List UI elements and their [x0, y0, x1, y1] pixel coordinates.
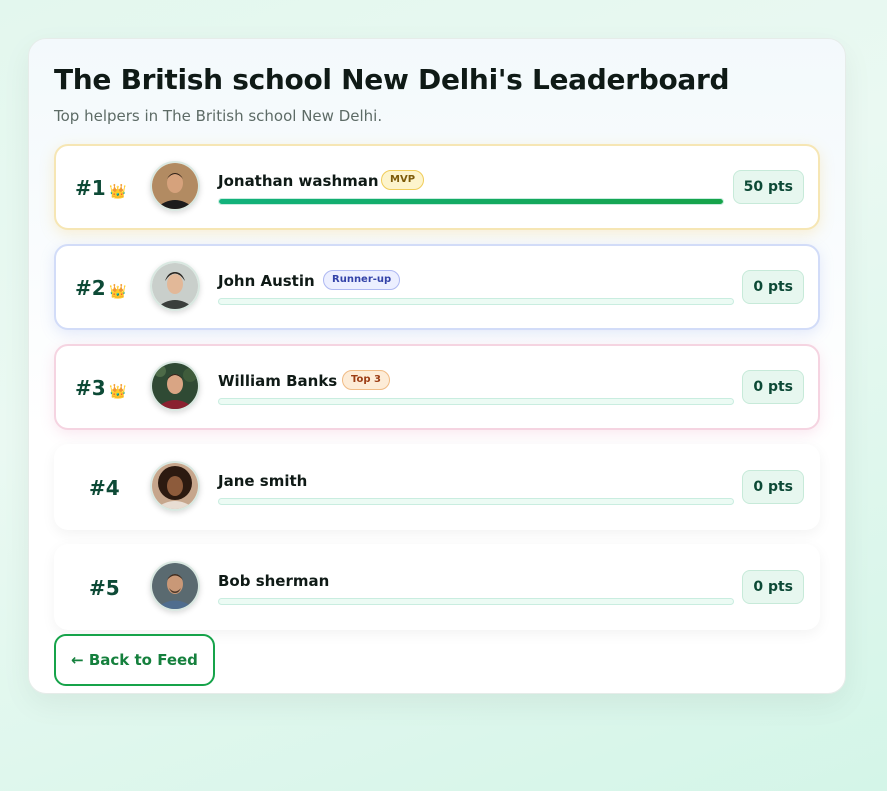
rank-label: #3	[75, 376, 106, 400]
mvp-badge: MVP	[381, 170, 425, 190]
points-badge: 0 pts	[742, 370, 804, 404]
points-badge: 0 pts	[742, 270, 804, 304]
points-progress-bar	[218, 598, 734, 605]
leaderboard-row-3: #3 👑 William Banks Top 3 0 pts	[54, 344, 820, 430]
page-title: The British school New Delhi's Leaderboa…	[54, 63, 730, 96]
progress-fill	[219, 199, 723, 204]
leader-name: William Banks	[218, 372, 338, 390]
leaderboard-row-1: #1 👑 Jonathan washman MVP 50 pts	[54, 144, 820, 230]
rank-label: #5	[89, 576, 120, 600]
leaderboard-row-5: #5 Bob sherman 0 pts	[54, 544, 820, 630]
crown-icon: 👑	[109, 384, 127, 400]
top-3-badge: Top 3	[342, 370, 390, 390]
leader-name: Jane smith	[218, 472, 308, 490]
points-progress-bar	[218, 498, 734, 505]
rank-label: #2	[75, 276, 106, 300]
avatar	[150, 361, 200, 411]
rank-label: #4	[89, 476, 120, 500]
points-badge: 0 pts	[742, 570, 804, 604]
avatar	[150, 261, 200, 311]
crown-icon: 👑	[109, 184, 127, 200]
leaderboard-row-2: #2 👑 John Austin Runner-up 0 pts	[54, 244, 820, 330]
crown-icon: 👑	[109, 284, 127, 300]
avatar	[150, 561, 200, 611]
points-badge: 0 pts	[742, 470, 804, 504]
leaderboard-row-4: #4 Jane smith 0 pts	[54, 444, 820, 530]
back-to-feed-button[interactable]: ← Back to Feed	[54, 634, 215, 686]
points-progress-bar	[218, 198, 724, 205]
rank-label: #1	[75, 176, 106, 200]
leader-name: John Austin	[218, 272, 315, 290]
avatar	[150, 461, 200, 511]
points-progress-bar	[218, 398, 734, 405]
runner-up-badge: Runner-up	[323, 270, 401, 290]
avatar	[150, 161, 200, 211]
points-badge: 50 pts	[732, 170, 804, 204]
leader-name: Jonathan washman	[218, 172, 379, 190]
points-progress-bar	[218, 298, 734, 305]
leader-name: Bob sherman	[218, 572, 330, 590]
page-subtitle: Top helpers in The British school New De…	[54, 107, 383, 125]
leaderboard-card: The British school New Delhi's Leaderboa…	[28, 38, 846, 694]
